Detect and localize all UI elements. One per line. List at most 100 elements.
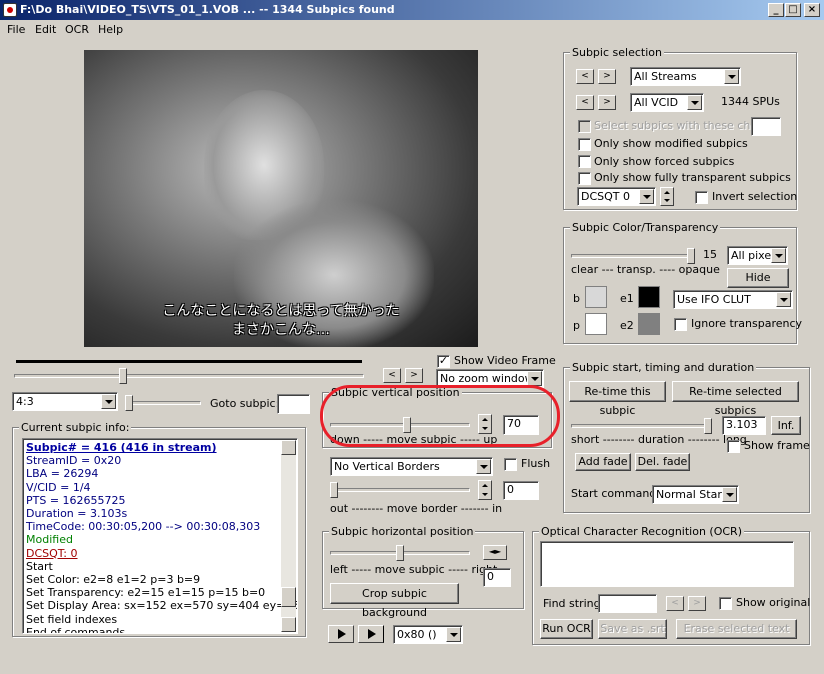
scroll-down-button[interactable] — [281, 617, 296, 632]
border-thumb[interactable] — [330, 482, 338, 498]
duration-track[interactable] — [571, 424, 712, 428]
menu-help[interactable]: Help — [98, 22, 123, 37]
goto-input[interactable] — [277, 394, 310, 414]
invert-selection-checkbox[interactable] — [695, 191, 708, 204]
menu-edit[interactable]: Edit — [35, 22, 56, 37]
add-fade-button[interactable]: Add fade — [575, 453, 631, 471]
info-line: DCSQT: 0 — [26, 546, 78, 560]
scroll-up-button[interactable] — [281, 440, 296, 455]
goto-slider-thumb[interactable] — [125, 395, 133, 411]
duration-caption: short -------- duration -------- long — [571, 433, 747, 446]
invert-selection-label: Invert selection — [712, 190, 798, 203]
play-selection-button[interactable] — [358, 625, 384, 643]
b-color-swatch[interactable] — [585, 286, 607, 308]
clut-select-value: Use IFO CLUT — [677, 293, 751, 306]
dcsqt-select[interactable]: DCSQT 0 — [577, 187, 656, 206]
e2-color-swatch[interactable] — [638, 313, 660, 335]
retime-this-button[interactable]: Re-time this subpic — [569, 381, 666, 417]
show-frame-checkbox[interactable] — [727, 440, 740, 453]
dcsqt-spinner[interactable] — [660, 187, 674, 206]
info-line: Set Display Area: sx=152 ex=570 sy=404 e… — [26, 599, 298, 613]
horizontal-input[interactable]: 0 — [483, 568, 511, 587]
ocr-text-area[interactable] — [540, 541, 794, 587]
horizontal-spinner[interactable]: ◄► — [483, 545, 507, 560]
position-slider-thumb[interactable] — [119, 368, 127, 384]
duration-thumb[interactable] — [704, 418, 712, 434]
current-info-list[interactable]: Subpic# = 416 (416 in stream) StreamID = … — [22, 438, 298, 634]
stream-next-button[interactable]: > — [598, 69, 616, 84]
border-spinner[interactable] — [478, 480, 492, 500]
transparency-thumb[interactable] — [687, 248, 695, 264]
retime-selected-button[interactable]: Re-time selected subpics — [672, 381, 799, 417]
e1-color-swatch[interactable] — [638, 286, 660, 308]
hide-subpic-button[interactable]: Hide subpic — [727, 268, 789, 302]
e1-label: e1 — [620, 292, 634, 305]
p-color-swatch[interactable] — [585, 313, 607, 335]
show-original-checkbox[interactable] — [719, 597, 732, 610]
horizontal-position-label: Subpic horizontal position — [329, 525, 476, 538]
stream-prev-button[interactable]: < — [576, 69, 594, 84]
speed-select[interactable]: 0x80 () — [393, 625, 463, 644]
ignore-transparency-checkbox[interactable] — [674, 318, 687, 331]
video-preview: こんなことになるとは思って無かった まさかこんな… — [84, 50, 478, 347]
run-ocr-button[interactable]: Run OCR — [540, 619, 593, 639]
b-label: b — [573, 292, 580, 305]
start-command-value: Normal Start — [656, 488, 727, 501]
start-command-select[interactable]: Normal Start — [652, 485, 739, 504]
info-line: Set Color: e2=8 e1=2 p=3 b=9 — [26, 573, 201, 587]
select-chars-input[interactable] — [751, 117, 781, 136]
borders-select[interactable]: No Vertical Borders — [330, 457, 493, 476]
horizontal-position-thumb[interactable] — [396, 545, 404, 561]
goto-slider-track[interactable] — [125, 401, 201, 405]
transparency-caption: clear --- transp. ---- opaque — [571, 263, 720, 276]
close-button[interactable]: × — [804, 3, 820, 17]
maximize-button[interactable]: □ — [785, 3, 801, 17]
position-slider-track[interactable] — [14, 374, 364, 378]
menu-ocr[interactable]: OCR — [65, 22, 89, 37]
horizontal-caption: left ----- move subpic ----- right — [330, 563, 498, 576]
info-scrollbar[interactable] — [281, 440, 296, 632]
goto-label: Goto subpic: — [210, 397, 280, 410]
streams-select[interactable]: All Streams — [630, 67, 741, 86]
find-next-button[interactable]: > — [688, 596, 706, 611]
subpic-selection-label: Subpic selection — [570, 46, 664, 59]
subtitle-line-1: こんなことになるとは思って無かった — [162, 303, 400, 319]
transparency-track[interactable] — [571, 254, 695, 258]
only-transparent-checkbox[interactable] — [578, 172, 591, 185]
save-srt-button[interactable]: Save as .srt — [598, 619, 667, 639]
color-transparency-label: Subpic Color/Transparency — [570, 221, 721, 234]
infinite-duration-button[interactable]: Inf. — [771, 416, 801, 435]
only-modified-checkbox[interactable] — [578, 138, 591, 151]
vcid-prev-button[interactable]: < — [576, 95, 594, 110]
prev-frame-button[interactable]: < — [383, 368, 401, 383]
minimize-button[interactable]: _ — [768, 3, 784, 17]
play-button[interactable] — [328, 625, 354, 643]
erase-selected-button[interactable]: Erase selected text — [676, 619, 797, 639]
find-string-input[interactable] — [598, 594, 657, 613]
vcid-next-button[interactable]: > — [598, 95, 616, 110]
only-forced-label: Only show forced subpics — [594, 155, 735, 168]
aspect-select[interactable]: 4:3 — [12, 392, 118, 411]
only-forced-checkbox[interactable] — [578, 155, 591, 168]
find-prev-button[interactable]: < — [666, 596, 684, 611]
app-icon — [3, 3, 17, 17]
next-frame-button[interactable]: > — [405, 368, 423, 383]
menu-file[interactable]: File — [7, 22, 25, 37]
info-line: Subpic# = 416 (416 in stream) — [26, 441, 217, 454]
p-label: p — [573, 319, 580, 332]
pixels-select[interactable]: All pixels — [727, 246, 788, 265]
border-input[interactable]: 0 — [503, 481, 539, 500]
clut-select[interactable]: Use IFO CLUT — [673, 290, 793, 309]
flush-checkbox[interactable] — [504, 458, 517, 471]
show-video-frame-checkbox[interactable]: ✓ — [437, 355, 450, 368]
timing-label: Subpic start, timing and duration — [570, 361, 757, 374]
info-line: Set Transparency: e2=15 e1=15 p=15 b=0 — [26, 586, 266, 600]
crop-background-button[interactable]: Crop subpic background — [330, 583, 459, 619]
vcid-select[interactable]: All VCID — [630, 93, 704, 112]
border-track[interactable] — [330, 488, 470, 492]
find-string-label: Find string: — [543, 597, 605, 610]
del-fade-button[interactable]: Del. fade — [635, 453, 690, 471]
select-chars-checkbox[interactable] — [578, 120, 591, 133]
scroll-thumb[interactable] — [281, 587, 296, 607]
ignore-transparency-label: Ignore transparency — [691, 317, 803, 330]
